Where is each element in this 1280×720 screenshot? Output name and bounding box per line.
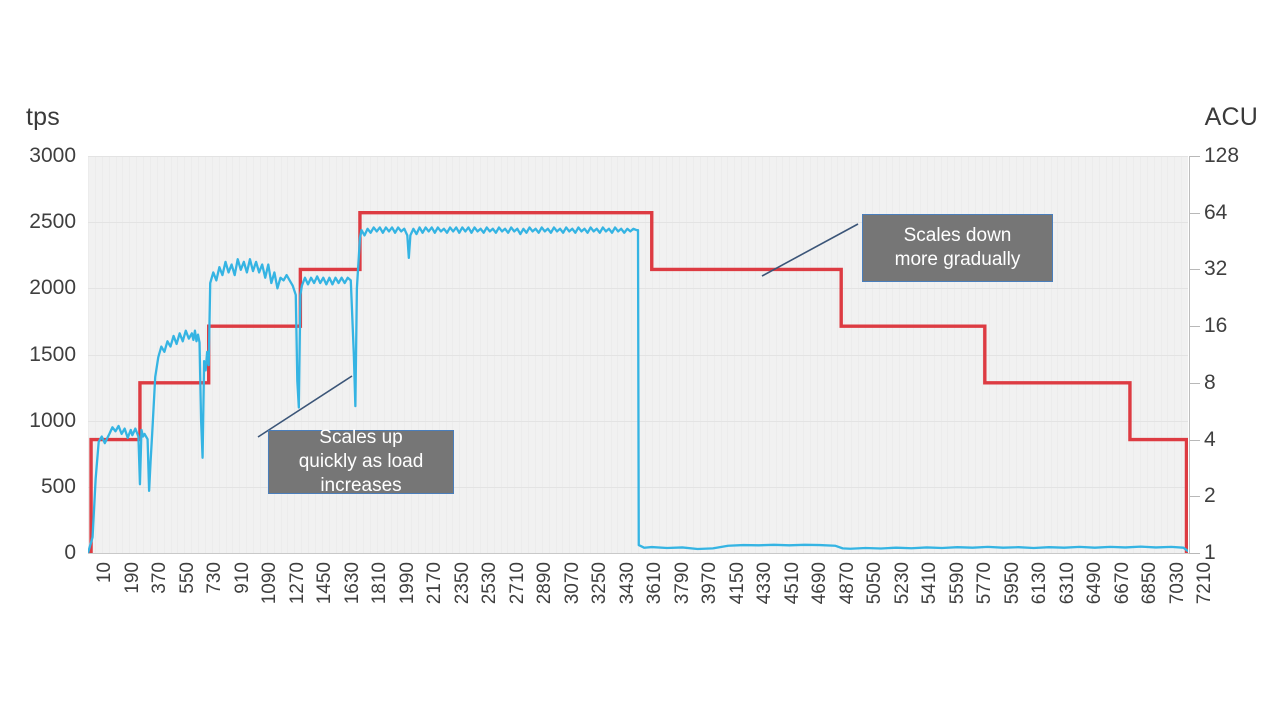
annotation-scale-down: Scales down more gradually <box>862 214 1053 282</box>
chart-container: tps ACU 3000 2500 2000 1500 1000 500 0 128 64 32… <box>0 0 1280 720</box>
x-axis-tick-label: 6310 <box>1056 562 1078 605</box>
x-axis-tick-label: 1990 <box>396 562 418 605</box>
x-axis-tick-label: 4690 <box>809 562 830 605</box>
x-axis-tick-label: 3070 <box>561 562 583 605</box>
right-axis-tick-label: 128 <box>1204 144 1240 167</box>
left-axis-tick-label: 0 <box>64 541 76 564</box>
right-axis-tick-mark <box>1190 553 1200 554</box>
x-axis-tick-label: 2350 <box>451 562 473 605</box>
x-axis-tick-label: 4510 <box>781 562 803 605</box>
right-axis-tick-mark <box>1190 213 1200 214</box>
right-axis-tick-label: 4 <box>1204 427 1216 451</box>
x-axis-tick-label: 5950 <box>1001 562 1023 605</box>
left-axis-unit-label: tps <box>26 103 60 131</box>
x-axis-tick-label: 5410 <box>919 562 940 605</box>
x-axis-tick-label: 3430 <box>616 562 638 605</box>
x-axis-tick-label: 1450 <box>314 562 335 605</box>
x-axis-tick-label: 6670 <box>1111 562 1133 605</box>
right-axis-tick-mark <box>1190 269 1200 270</box>
x-axis-tick-label: 1090 <box>259 562 280 605</box>
x-axis-tick-label: 2710 <box>506 562 528 605</box>
x-axis-tick-label: 7210 <box>1194 562 1215 605</box>
right-axis-tick-label: 32 <box>1204 257 1228 281</box>
right-axis-tick-mark <box>1190 156 1200 157</box>
x-axis-tick-label: 5050 <box>864 562 885 605</box>
bottom-axis-line <box>88 553 1189 554</box>
right-axis-tick-label: 2 <box>1204 484 1216 508</box>
right-axis-tick-label: 16 <box>1204 314 1228 338</box>
x-axis-tick-label: 5590 <box>946 562 968 605</box>
x-axis-tick-label: 3610 <box>644 562 665 605</box>
x-axis-tick-label: 6490 <box>1084 562 1105 605</box>
x-axis-tick-label: 550 <box>176 562 198 594</box>
x-axis-tick-label: 3790 <box>671 562 693 605</box>
right-axis-tick-mark <box>1190 383 1200 384</box>
x-axis-tick-label: 5230 <box>891 562 913 605</box>
right-axis-tick-mark <box>1190 496 1200 497</box>
left-axis-tick-label: 2500 <box>29 210 76 234</box>
left-axis-tick-label: 1500 <box>29 342 76 366</box>
left-axis-tick-label: 500 <box>40 474 76 498</box>
right-axis-unit-label: ACU <box>1204 103 1258 131</box>
right-axis-tick-label: 8 <box>1204 370 1216 394</box>
x-axis-tick-label: 910 <box>231 562 253 594</box>
x-axis-tick-label: 190 <box>121 562 143 594</box>
x-axis-tick-label: 2890 <box>534 562 555 605</box>
x-axis-tick-label: 4330 <box>754 562 775 605</box>
left-axis-tick-label: 1000 <box>29 408 76 432</box>
annotation-scale-up: Scales up quickly as load increases <box>268 427 454 496</box>
x-axis-tick-label: 2170 <box>424 562 445 605</box>
x-axis-tick-label: 1630 <box>341 562 363 605</box>
x-axis-tick-label: 370 <box>149 562 170 594</box>
x-axis-tick-label: 7030 <box>1166 562 1188 605</box>
x-axis-tick-label: 3970 <box>699 562 720 605</box>
right-axis-line <box>1189 156 1190 554</box>
x-axis-tick-label: 1810 <box>369 562 390 605</box>
left-axis-tick-label: 2000 <box>29 276 76 300</box>
x-axis-tick-label: 5770 <box>974 562 995 605</box>
right-axis-tick-label: 1 <box>1204 541 1216 564</box>
x-axis-tick-label: 4870 <box>836 562 858 605</box>
right-axis-tick-mark <box>1190 326 1200 327</box>
x-axis-tick-label: 6130 <box>1029 562 1050 605</box>
x-axis-tick-label: 1270 <box>286 562 308 605</box>
x-axis-tick-label: 10 <box>94 562 115 584</box>
right-axis-tick-mark <box>1190 440 1200 441</box>
x-axis-tick-label: 2530 <box>479 562 500 605</box>
x-axis-tick-label: 6850 <box>1139 562 1160 605</box>
left-axis-tick-label: 3000 <box>29 144 76 167</box>
x-axis-tick-label: 3250 <box>589 562 610 605</box>
right-axis-tick-label: 64 <box>1204 200 1228 224</box>
x-axis-tick-label: 730 <box>204 562 225 594</box>
x-axis-tick-label: 4150 <box>726 562 748 605</box>
